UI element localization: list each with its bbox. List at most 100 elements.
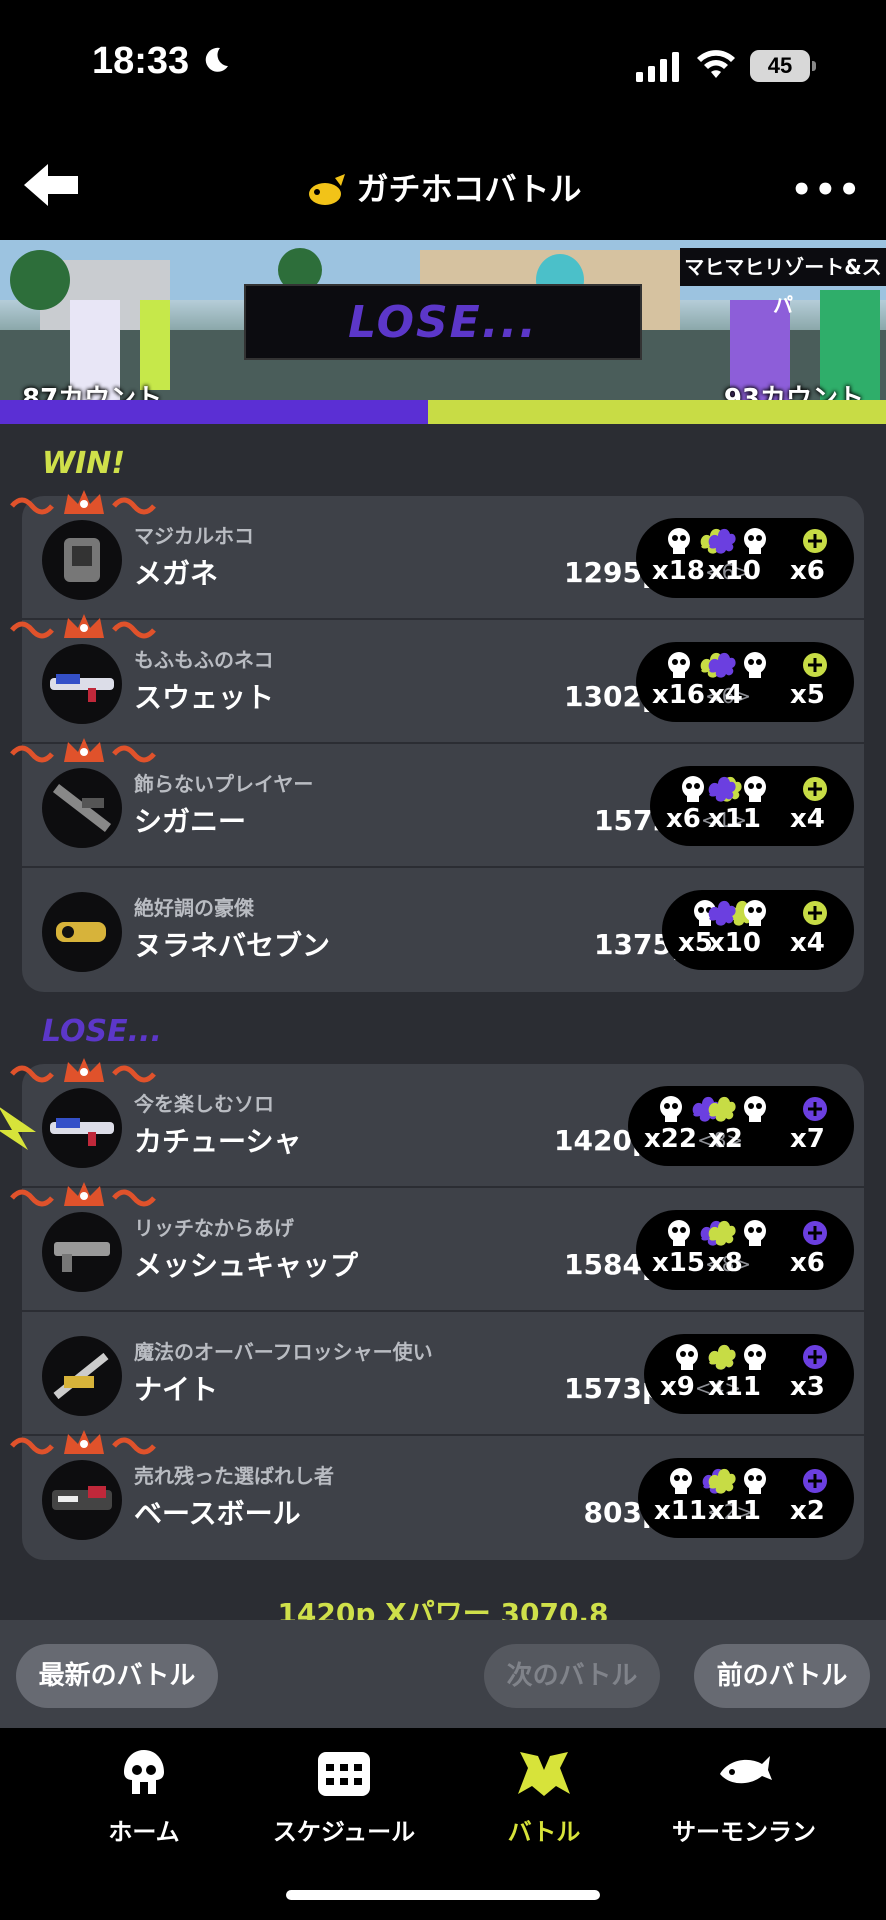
count-bar-lime	[427, 400, 886, 424]
result-list[interactable]: WIN! マジカルホコ メガネ 1295p x18<6> x10 x6 もふもふのネコ スウェ…	[0, 424, 886, 1620]
stage-banner: LOSE... マヒマヒリゾート&スパ 87カウント 93カウント	[0, 240, 886, 424]
player-name: メッシュキャップ	[134, 1249, 359, 1282]
crown-icon	[10, 738, 156, 763]
tab-salmon-label: サーモンラン	[672, 1818, 816, 1846]
squid-icon	[124, 1750, 164, 1794]
special-weapon-icon	[803, 529, 827, 553]
crown-icon	[10, 490, 156, 515]
player-title: 絶好調の豪傑	[134, 896, 254, 920]
splat-icon	[744, 1344, 766, 1370]
tab-battle[interactable]: バトル	[444, 1748, 644, 1847]
clock: 18:33	[92, 40, 190, 82]
special-weapon-count: x7	[790, 1124, 825, 1154]
player-stats: x15<8> x8 x6	[636, 1210, 854, 1290]
special-count: x11	[708, 1496, 761, 1526]
splash-icon	[708, 528, 736, 554]
special-weapon-icon	[803, 653, 827, 677]
special-weapon-count: x5	[790, 680, 825, 710]
player-name: カチューシャ	[134, 1125, 302, 1158]
more-menu-icon[interactable]: •••	[791, 170, 862, 210]
player-title: 売れ残った選ばれし者	[134, 1464, 334, 1488]
page-title: ガチホコバトル	[0, 164, 886, 210]
splat-icon	[676, 1344, 698, 1370]
signal-icon	[636, 52, 679, 82]
page-title-text: ガチホコバトル	[356, 170, 582, 208]
special-weapon-count: x6	[790, 556, 825, 586]
special-count: x8	[708, 1248, 743, 1278]
prev-battle-button[interactable]: 前のバトル	[694, 1644, 870, 1708]
player-name: ヌラネバセブン	[134, 929, 331, 962]
player-stats: x5 x10 x4	[662, 890, 854, 970]
result-text: LOSE...	[348, 296, 538, 348]
splat-icon	[670, 1468, 692, 1494]
crown-icon	[10, 1058, 156, 1083]
battle-nav-bar: 最新のバトル 次のバトル 前のバトル	[0, 1620, 886, 1728]
weapon-avatar	[42, 768, 122, 848]
splash-icon	[708, 1468, 736, 1494]
splash-icon	[708, 1096, 736, 1122]
splash-icon	[708, 652, 736, 678]
tab-home[interactable]: ホーム	[44, 1748, 244, 1847]
splat-icon	[744, 652, 766, 678]
splat-icon	[668, 528, 690, 554]
special-weapon-count: x2	[790, 1496, 825, 1526]
special-count: x10	[708, 556, 761, 586]
weapon-avatar	[42, 644, 122, 724]
player-name: ベースボール	[134, 1497, 301, 1530]
weapon-avatar	[42, 1088, 122, 1168]
splat-icon	[744, 528, 766, 554]
special-weapon-count: x3	[790, 1372, 825, 1402]
weapon-avatar	[42, 892, 122, 972]
battery-indicator: 45	[750, 50, 816, 82]
splat-icon	[744, 900, 766, 926]
player-stats: x9<4> x11 x3	[644, 1334, 854, 1414]
lose-label: LOSE...	[42, 1014, 162, 1049]
calendar-icon	[318, 1752, 370, 1796]
player-title: リッチなからあげ	[134, 1216, 294, 1240]
player-row[interactable]: 魔法のオーバーフロッシャー使い ナイト 1573p x9<4> x11 x3	[22, 1312, 864, 1436]
tab-battle-label: バトル	[507, 1818, 581, 1846]
tab-salmon-run[interactable]: サーモンラン	[644, 1748, 844, 1847]
moon-icon	[205, 47, 228, 72]
special-weapon-icon	[803, 1097, 827, 1121]
splash-icon	[708, 1344, 736, 1370]
special-weapon-icon	[803, 1345, 827, 1369]
weapon-avatar	[42, 1336, 122, 1416]
special-weapon-icon	[803, 1221, 827, 1245]
stage-name: マヒマヒリゾート&スパ	[680, 248, 886, 317]
special-count: x11	[708, 804, 761, 834]
player-row[interactable]: 絶好調の豪傑 ヌラネバセブン 1375p x5 x10 x4	[22, 868, 864, 992]
weapon-avatar	[42, 1212, 122, 1292]
win-label: WIN!	[42, 446, 126, 481]
status-bar: 18:33 45	[0, 0, 886, 130]
special-count: x2	[708, 1124, 743, 1154]
nav-bar: ガチホコバトル •••	[0, 130, 886, 240]
special-weapon-count: x4	[790, 804, 825, 834]
special-weapon-count: x6	[790, 1248, 825, 1278]
latest-battle-button[interactable]: 最新のバトル	[16, 1644, 218, 1708]
player-title: 魔法のオーバーフロッシャー使い	[134, 1340, 433, 1364]
next-battle-button[interactable]: 次のバトル	[484, 1644, 660, 1708]
player-stats: x11<2> x11 x2	[638, 1458, 854, 1538]
tab-schedule[interactable]: スケジュール	[244, 1748, 444, 1847]
special-count: x10	[708, 928, 761, 958]
player-name: メガネ	[134, 557, 219, 590]
splash-icon	[708, 900, 736, 926]
weapon-avatar	[42, 520, 122, 600]
special-weapon-icon	[803, 901, 827, 925]
splat-icon	[668, 1220, 690, 1246]
player-name: シガニー	[134, 805, 247, 838]
player-title: 飾らないプレイヤー	[134, 772, 314, 796]
screen: 18:33 45 ガチホコバトル ••• LOSE... マヒマヒリゾート&スパ	[0, 0, 886, 1920]
splash-icon	[708, 776, 736, 802]
salmon-icon	[720, 1756, 772, 1784]
special-count: x4	[708, 680, 743, 710]
home-indicator[interactable]	[286, 1890, 600, 1900]
lose-team-card: 今を楽しむソロ カチューシャ 1420p x22<8> x2 x7 リッチなからあげ メッシュ…	[22, 1064, 864, 1560]
special-weapon-count: x4	[790, 928, 825, 958]
count-bar	[0, 400, 886, 424]
crown-icon	[10, 614, 156, 639]
player-stats: x6<1> x11 x4	[650, 766, 854, 846]
splat-icon	[744, 1096, 766, 1122]
count-bar-purple	[0, 400, 428, 424]
